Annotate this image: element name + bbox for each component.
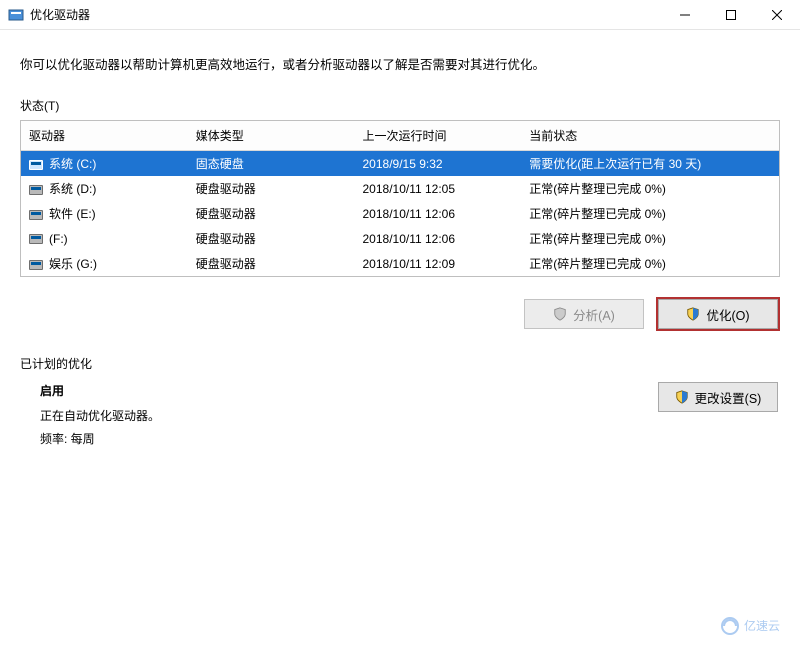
cell-drive: 软件 (E:) xyxy=(21,201,188,226)
intro-text: 你可以优化驱动器以帮助计算机更高效地运行，或者分析驱动器以了解是否需要对其进行优… xyxy=(20,54,780,73)
table-row[interactable]: (F:) 硬盘驱动器2018/10/11 12:06正常(碎片整理已完成 0%) xyxy=(21,226,779,251)
cell-state: 正常(碎片整理已完成 0%) xyxy=(521,251,779,276)
analyze-button: 分析(A) xyxy=(524,299,644,329)
drives-panel: 驱动器 媒体类型 上一次运行时间 当前状态 系统 (C:) 固态硬盘2018/9/… xyxy=(20,120,780,277)
minimize-icon xyxy=(680,10,690,20)
maximize-icon xyxy=(726,10,736,20)
cell-lastrun: 2018/10/11 12:09 xyxy=(355,251,522,276)
drive-icon xyxy=(29,234,43,244)
drive-icon xyxy=(29,260,43,270)
drive-name: 娱乐 (G:) xyxy=(49,257,97,271)
shield-icon xyxy=(686,307,700,321)
action-button-row: 分析(A) 优化(O) xyxy=(20,299,778,329)
analyze-label: 分析(A) xyxy=(573,305,615,324)
drive-name: 系统 (D:) xyxy=(49,182,96,196)
change-settings-label: 更改设置(S) xyxy=(695,388,762,407)
col-lastrun[interactable]: 上一次运行时间 xyxy=(355,121,522,151)
minimize-button[interactable] xyxy=(662,0,708,30)
shield-icon xyxy=(553,307,567,321)
cell-lastrun: 2018/10/11 12:05 xyxy=(355,176,522,201)
drive-icon xyxy=(29,210,43,220)
drive-name: 软件 (E:) xyxy=(49,207,96,221)
window-controls xyxy=(662,0,800,30)
titlebar: 优化驱动器 xyxy=(0,0,800,30)
table-header-row: 驱动器 媒体类型 上一次运行时间 当前状态 xyxy=(21,121,779,151)
table-row[interactable]: 娱乐 (G:) 硬盘驱动器2018/10/11 12:09正常(碎片整理已完成 0… xyxy=(21,251,779,276)
drive-icon xyxy=(29,185,43,195)
drive-name: (F:) xyxy=(49,232,68,246)
schedule-info: 启用 正在自动优化驱动器。 频率: 每周 xyxy=(20,382,160,453)
cell-media: 固态硬盘 xyxy=(188,151,355,177)
cell-state: 正常(碎片整理已完成 0%) xyxy=(521,201,779,226)
col-drive[interactable]: 驱动器 xyxy=(21,121,188,151)
cell-media: 硬盘驱动器 xyxy=(188,226,355,251)
status-section-label: 状态(T) xyxy=(20,97,780,114)
cell-media: 硬盘驱动器 xyxy=(188,176,355,201)
schedule-status-line: 正在自动优化驱动器。 xyxy=(40,407,160,424)
schedule-section-label: 已计划的优化 xyxy=(20,355,780,372)
change-settings-button[interactable]: 更改设置(S) xyxy=(658,382,778,412)
drives-table: 驱动器 媒体类型 上一次运行时间 当前状态 系统 (C:) 固态硬盘2018/9/… xyxy=(21,121,779,276)
drive-icon xyxy=(29,160,43,170)
schedule-enabled-label: 启用 xyxy=(40,382,160,399)
cell-state: 正常(碎片整理已完成 0%) xyxy=(521,176,779,201)
schedule-frequency-line: 频率: 每周 xyxy=(40,430,160,447)
schedule-section: 已计划的优化 启用 正在自动优化驱动器。 频率: 每周 更改设置(S) xyxy=(20,355,780,453)
svg-text:亿速云: 亿速云 xyxy=(744,618,780,633)
cell-media: 硬盘驱动器 xyxy=(188,251,355,276)
cell-lastrun: 2018/10/11 12:06 xyxy=(355,226,522,251)
cell-media: 硬盘驱动器 xyxy=(188,201,355,226)
cell-state: 需要优化(距上次运行已有 30 天) xyxy=(521,151,779,177)
cell-lastrun: 2018/9/15 9:32 xyxy=(355,151,522,177)
cell-lastrun: 2018/10/11 12:06 xyxy=(355,201,522,226)
cell-drive: 娱乐 (G:) xyxy=(21,251,188,276)
window-title: 优化驱动器 xyxy=(30,6,90,23)
drive-name: 系统 (C:) xyxy=(49,157,96,171)
optimize-button[interactable]: 优化(O) xyxy=(658,299,778,329)
close-button[interactable] xyxy=(754,0,800,30)
col-state[interactable]: 当前状态 xyxy=(521,121,779,151)
cell-drive: (F:) xyxy=(21,226,188,251)
table-row[interactable]: 软件 (E:) 硬盘驱动器2018/10/11 12:06正常(碎片整理已完成 0… xyxy=(21,201,779,226)
cell-state: 正常(碎片整理已完成 0%) xyxy=(521,226,779,251)
maximize-button[interactable] xyxy=(708,0,754,30)
table-row[interactable]: 系统 (C:) 固态硬盘2018/9/15 9:32需要优化(距上次运行已有 30… xyxy=(21,151,779,177)
watermark: 亿速云 xyxy=(718,610,788,641)
optimize-label: 优化(O) xyxy=(706,305,749,324)
cell-drive: 系统 (C:) xyxy=(21,151,188,177)
col-media[interactable]: 媒体类型 xyxy=(188,121,355,151)
shield-icon xyxy=(675,390,689,404)
cell-drive: 系统 (D:) xyxy=(21,176,188,201)
table-row[interactable]: 系统 (D:) 硬盘驱动器2018/10/11 12:05正常(碎片整理已完成 0… xyxy=(21,176,779,201)
app-icon xyxy=(8,7,24,23)
close-icon xyxy=(772,10,782,20)
